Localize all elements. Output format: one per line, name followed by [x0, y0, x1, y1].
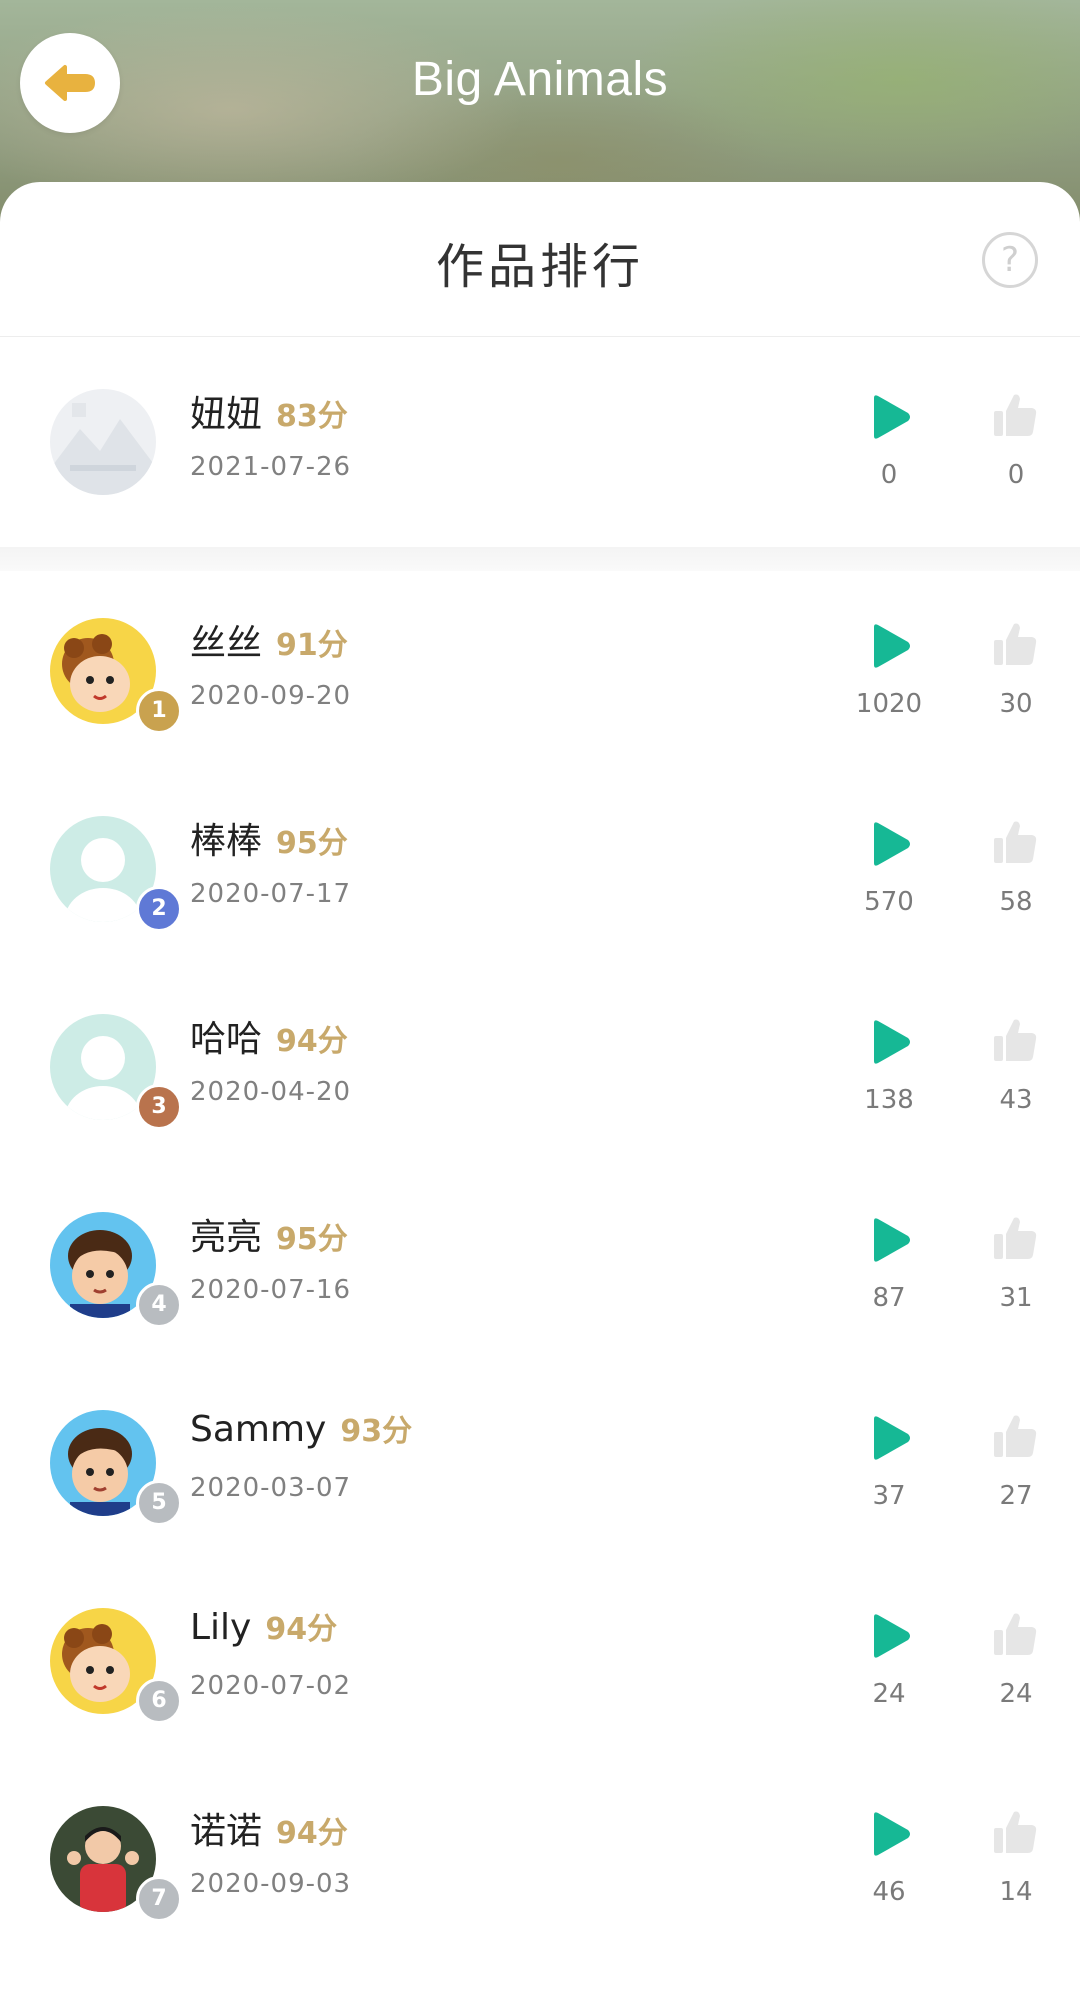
rank-badge: 3	[136, 1084, 182, 1130]
play-count: 570	[864, 887, 914, 917]
rank-badge: 2	[136, 886, 182, 932]
like-count: 24	[999, 1679, 1033, 1709]
thumbs-up-icon[interactable]	[992, 819, 1038, 865]
entry-name: 诺诺 94分	[190, 1802, 348, 1854]
thumbs-up-icon[interactable]	[992, 1611, 1038, 1657]
entry-date: 2020-04-20	[190, 1077, 352, 1107]
avatar: 6	[50, 1608, 182, 1724]
name-text: 丝丝	[190, 623, 263, 664]
play-icon[interactable]	[866, 821, 912, 867]
play-count: 37	[872, 1481, 906, 1511]
ranking-row[interactable]: 7 诺诺 94分 2020-09-03 46 14	[0, 1760, 1080, 1958]
name-text: 亮亮	[190, 1217, 263, 1258]
rank-badge: 6	[136, 1678, 182, 1724]
avatar: 3	[50, 1014, 182, 1130]
name-text: Lily	[190, 1607, 252, 1648]
entry-name: 棒棒 95分	[190, 812, 348, 864]
play-icon[interactable]	[866, 1613, 912, 1659]
play-icon[interactable]	[866, 1415, 912, 1461]
thumbs-up-icon[interactable]	[992, 392, 1038, 438]
entry-name: 妞妞 83分	[190, 385, 348, 437]
score-text: 94分	[265, 1612, 338, 1647]
avatar: 4	[50, 1212, 182, 1328]
entry-date: 2020-07-02	[190, 1671, 352, 1701]
thumbs-up-icon[interactable]	[992, 1809, 1038, 1855]
entry-name: Sammy 93分	[190, 1406, 412, 1450]
placeholder-image-icon	[50, 389, 156, 495]
avatar: 2	[50, 816, 182, 932]
entry-date: 2020-07-17	[190, 879, 352, 909]
avatar: 5	[50, 1410, 182, 1526]
name-text: Sammy	[190, 1409, 327, 1450]
score-text: 94分	[276, 1816, 348, 1851]
play-count: 46	[872, 1877, 906, 1907]
my-entry-row[interactable]: 妞妞 83分 2021-07-26 0 0	[0, 337, 1080, 547]
entry-date: 2020-09-20	[190, 681, 352, 711]
score-text: 91分	[276, 628, 348, 663]
avatar	[50, 389, 156, 495]
play-icon[interactable]	[866, 1217, 912, 1263]
play-icon[interactable]	[866, 394, 912, 440]
like-count: 27	[999, 1481, 1033, 1511]
page-title: Big Animals	[411, 53, 669, 106]
entry-date: 2020-03-07	[190, 1473, 352, 1503]
play-icon[interactable]	[866, 623, 912, 669]
entry-name: 丝丝 91分	[190, 614, 348, 666]
entry-name: 哈哈 94分	[190, 1010, 348, 1062]
play-count: 138	[864, 1085, 914, 1115]
ranking-row[interactable]: 5 Sammy 93分 2020-03-07 37 27	[0, 1364, 1080, 1562]
entry-name: Lily 94分	[190, 1604, 337, 1648]
ranking-row[interactable]: 3 哈哈 94分 2020-04-20 138 43	[0, 968, 1080, 1166]
ranking-row[interactable]: 2 棒棒 95分 2020-07-17 570 58	[0, 770, 1080, 968]
entry-date: 2021-07-26	[190, 452, 352, 482]
section-header: 作品排行 ?	[0, 182, 1080, 337]
rank-badge: 1	[136, 688, 182, 734]
entry-date: 2020-07-16	[190, 1275, 352, 1305]
ranking-row[interactable]: 1 丝丝 91分 2020-09-20 1020 30	[0, 572, 1080, 770]
ranking-row[interactable]: 4 亮亮 95分 2020-07-16 87 31	[0, 1166, 1080, 1364]
like-count: 43	[999, 1085, 1033, 1115]
divider	[0, 547, 1080, 571]
name-text: 哈哈	[190, 1019, 263, 1060]
play-count: 24	[872, 1679, 906, 1709]
name-text: 妞妞	[190, 394, 263, 435]
score-text: 95分	[276, 1222, 348, 1257]
score-text: 83分	[276, 399, 348, 434]
like-count: 14	[999, 1877, 1033, 1907]
score-text: 94分	[276, 1024, 348, 1059]
like-count: 58	[999, 887, 1033, 917]
thumbs-up-icon[interactable]	[992, 1017, 1038, 1063]
name-text: 诺诺	[190, 1811, 263, 1852]
thumbs-up-icon[interactable]	[992, 621, 1038, 667]
play-count: 1020	[855, 689, 923, 719]
play-icon[interactable]	[866, 1811, 912, 1857]
rank-badge: 5	[136, 1480, 182, 1526]
like-count: 30	[999, 689, 1033, 719]
like-count: 0	[1007, 460, 1025, 490]
entry-date: 2020-09-03	[190, 1869, 352, 1899]
ranking-list: 1 丝丝 91分 2020-09-20 1020 30 2 棒棒 95分 2020-07-17 57…	[0, 572, 1080, 1958]
ranking-row[interactable]: 6 Lily 94分 2020-07-02 24 24	[0, 1562, 1080, 1760]
score-text: 93分	[340, 1414, 413, 1449]
rank-badge: 4	[136, 1282, 182, 1328]
help-icon[interactable]: ?	[982, 232, 1038, 288]
section-title: 作品排行	[435, 239, 644, 295]
avatar: 7	[50, 1806, 182, 1922]
avatar: 1	[50, 618, 182, 734]
thumbs-up-icon[interactable]	[992, 1215, 1038, 1261]
entry-name: 亮亮 95分	[190, 1208, 348, 1260]
play-count: 0	[880, 460, 898, 490]
thumbs-up-icon[interactable]	[992, 1413, 1038, 1459]
play-count: 87	[872, 1283, 906, 1313]
score-text: 95分	[276, 826, 348, 861]
play-icon[interactable]	[866, 1019, 912, 1065]
like-count: 31	[999, 1283, 1033, 1313]
rank-badge: 7	[136, 1876, 182, 1922]
name-text: 棒棒	[190, 821, 263, 862]
content-sheet: 作品排行 ? 妞妞 83分 2021-07-26 0 0 1 丝丝 91分 20…	[0, 182, 1080, 1990]
